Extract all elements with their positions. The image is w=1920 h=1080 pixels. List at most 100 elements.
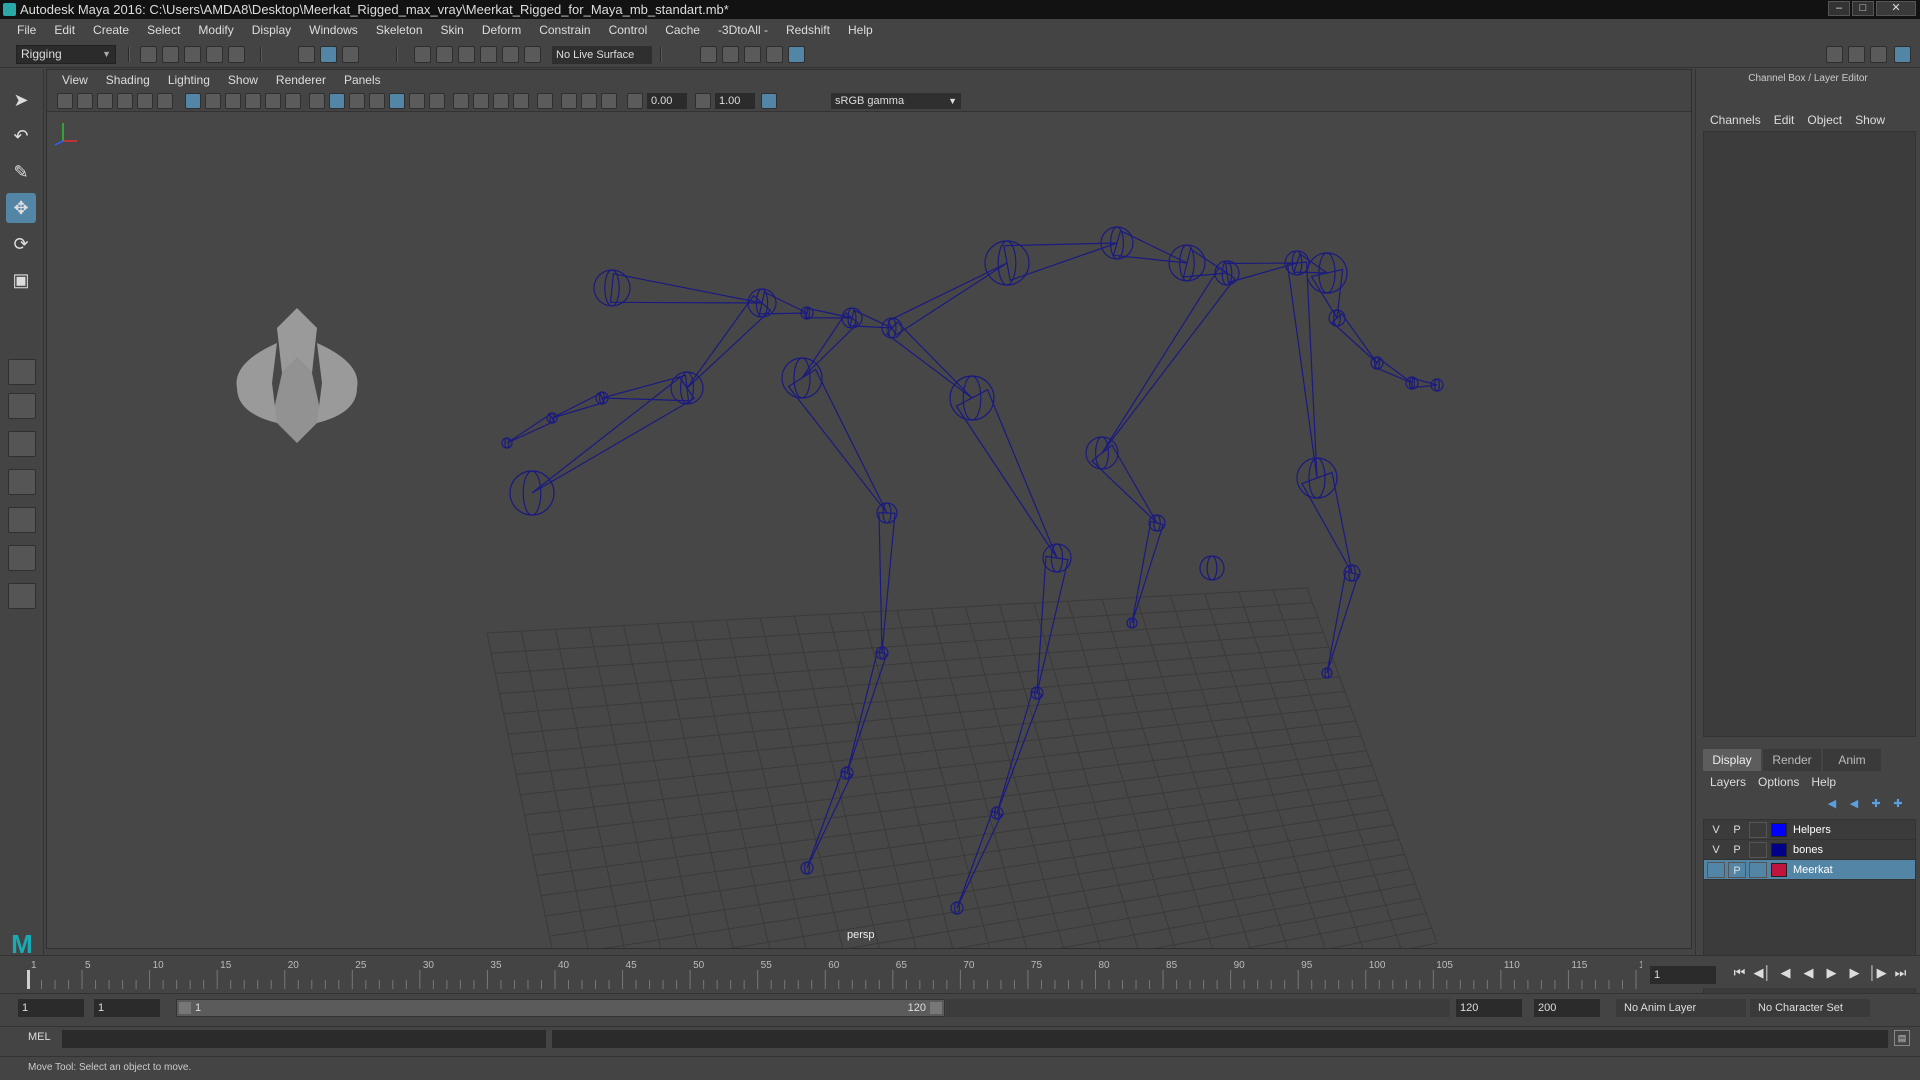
- camera-select-icon[interactable]: [57, 93, 73, 109]
- move-layer-down-icon[interactable]: ◀: [1846, 797, 1862, 811]
- layer-playback-toggle[interactable]: P: [1728, 822, 1746, 838]
- channel-menu-show[interactable]: Show: [1851, 113, 1894, 127]
- persp-outliner-layout-icon[interactable]: [8, 431, 36, 457]
- bone[interactable]: [601, 374, 690, 402]
- anti-aliasing-icon[interactable]: [493, 93, 509, 109]
- use-default-material-icon[interactable]: [349, 93, 365, 109]
- view-transform-select[interactable]: sRGB gamma ▼: [831, 93, 961, 109]
- layer-color-swatch[interactable]: [1771, 822, 1787, 837]
- open-scene-icon[interactable]: [162, 46, 179, 63]
- rotate-tool[interactable]: ⟳: [6, 229, 36, 259]
- two-d-pan-zoom-icon[interactable]: [137, 93, 153, 109]
- bone[interactable]: [787, 368, 888, 514]
- playback-end-field[interactable]: 120: [1456, 999, 1522, 1017]
- bone[interactable]: [1331, 312, 1378, 364]
- channel-menu-channels[interactable]: Channels: [1706, 113, 1770, 127]
- layer-color-swatch[interactable]: [1771, 842, 1787, 857]
- grease-pencil-icon[interactable]: [157, 93, 173, 109]
- menu-skin[interactable]: Skin: [432, 23, 473, 37]
- bone[interactable]: [1286, 261, 1318, 479]
- menu-constrain[interactable]: Constrain: [530, 23, 599, 37]
- move-tool[interactable]: ✥: [6, 193, 36, 223]
- grid-icon[interactable]: [185, 93, 201, 109]
- joint[interactable]: [1199, 555, 1225, 581]
- depth-of-field-icon[interactable]: [513, 93, 529, 109]
- gate-mask-icon[interactable]: [245, 93, 261, 109]
- bone[interactable]: [1091, 444, 1158, 524]
- isolate-select-icon[interactable]: [537, 93, 553, 109]
- layer-display-type[interactable]: [1749, 841, 1767, 858]
- layer-row-bones[interactable]: V P bones: [1704, 840, 1915, 860]
- menu-redshift[interactable]: Redshift: [777, 23, 839, 37]
- scale-tool[interactable]: ▣: [6, 265, 36, 295]
- single-perspective-layout-icon[interactable]: [8, 359, 36, 385]
- menu-display[interactable]: Display: [243, 23, 300, 37]
- menu-file[interactable]: File: [8, 23, 45, 37]
- bone[interactable]: [1036, 555, 1069, 694]
- bone[interactable]: [956, 810, 1003, 909]
- channel-menu-object[interactable]: Object: [1803, 113, 1851, 127]
- tool-settings-icon[interactable]: [1870, 46, 1887, 63]
- panel-menu-renderer[interactable]: Renderer: [267, 73, 335, 87]
- playback-start-field[interactable]: 1: [94, 999, 160, 1017]
- panel-menu-panels[interactable]: Panels: [335, 73, 390, 87]
- play-backwards-icon[interactable]: ◀: [1799, 965, 1818, 981]
- step-forward-key-icon[interactable]: ▶: [1845, 965, 1864, 981]
- new-scene-icon[interactable]: [140, 46, 157, 63]
- channel-menu-edit[interactable]: Edit: [1770, 113, 1804, 127]
- menu-3dtoall[interactable]: -3DtoAll -: [709, 23, 777, 37]
- snap-point-icon[interactable]: [458, 46, 475, 63]
- xray-icon[interactable]: [389, 93, 405, 109]
- more-layouts-icon[interactable]: [8, 583, 36, 609]
- layer-visibility-toggle[interactable]: V: [1707, 842, 1725, 858]
- range-track[interactable]: [946, 999, 1450, 1017]
- menu-create[interactable]: Create: [84, 23, 138, 37]
- select-object-icon[interactable]: [320, 46, 337, 63]
- xray-joints-icon[interactable]: [561, 93, 577, 109]
- xray-active-icon[interactable]: [581, 93, 597, 109]
- lasso-tool[interactable]: ↶: [6, 121, 36, 151]
- redo-icon[interactable]: [228, 46, 245, 63]
- animation-start-field[interactable]: 1: [18, 999, 84, 1017]
- backface-culling-icon[interactable]: [601, 93, 617, 109]
- current-time-marker[interactable]: [27, 970, 30, 989]
- layer-visibility-toggle[interactable]: [1707, 861, 1725, 878]
- time-slider-ticks[interactable]: 1 5 10 15 20 25 30 35 40 45 50 55 60 65 70 75 80 85 90 95 10…: [22, 956, 1642, 989]
- motion-blur-icon[interactable]: [473, 93, 489, 109]
- panel-menu-lighting[interactable]: Lighting: [159, 73, 219, 87]
- save-scene-icon[interactable]: [184, 46, 201, 63]
- layer-color-swatch[interactable]: [1771, 862, 1787, 877]
- outliner-layout-icon[interactable]: [8, 545, 36, 571]
- bone[interactable]: [1003, 242, 1118, 282]
- character-set-select[interactable]: No Character Set: [1750, 999, 1870, 1017]
- snap-view-icon[interactable]: [480, 46, 497, 63]
- bone[interactable]: [1373, 357, 1413, 384]
- menu-control[interactable]: Control: [600, 23, 657, 37]
- panel-menu-shading[interactable]: Shading: [97, 73, 159, 87]
- playback-range-bar[interactable]: 1 120: [176, 999, 945, 1017]
- step-back-frame-icon[interactable]: ◀│: [1753, 965, 1772, 981]
- exposure-icon[interactable]: [627, 93, 643, 109]
- animation-end-field[interactable]: 200: [1534, 999, 1600, 1017]
- layer-menu-layers[interactable]: Layers: [1706, 775, 1754, 789]
- perspective-viewport[interactable]: persp: [47, 113, 1691, 948]
- snap-surface-icon[interactable]: [502, 46, 519, 63]
- go-to-end-icon[interactable]: ⏭: [1891, 965, 1910, 981]
- channel-box[interactable]: [1703, 131, 1916, 737]
- render-settings-icon[interactable]: [700, 46, 717, 63]
- menu-modify[interactable]: Modify: [189, 23, 242, 37]
- bone[interactable]: [1131, 520, 1164, 624]
- menu-deform[interactable]: Deform: [473, 23, 530, 37]
- bone[interactable]: [1326, 570, 1359, 674]
- menu-windows[interactable]: Windows: [300, 23, 367, 37]
- ambient-occlusion-icon[interactable]: [453, 93, 469, 109]
- live-surface-field[interactable]: No Live Surface: [552, 46, 652, 64]
- film-gate-icon[interactable]: [205, 93, 221, 109]
- current-time-field[interactable]: 1: [1650, 966, 1716, 984]
- script-language-toggle[interactable]: MEL: [28, 1031, 51, 1043]
- menu-help[interactable]: Help: [839, 23, 882, 37]
- anim-layer-select[interactable]: No Anim Layer: [1616, 999, 1746, 1017]
- menu-cache[interactable]: Cache: [656, 23, 709, 37]
- wireframe-icon[interactable]: [309, 93, 325, 109]
- new-empty-layer-icon[interactable]: ✚: [1868, 797, 1884, 811]
